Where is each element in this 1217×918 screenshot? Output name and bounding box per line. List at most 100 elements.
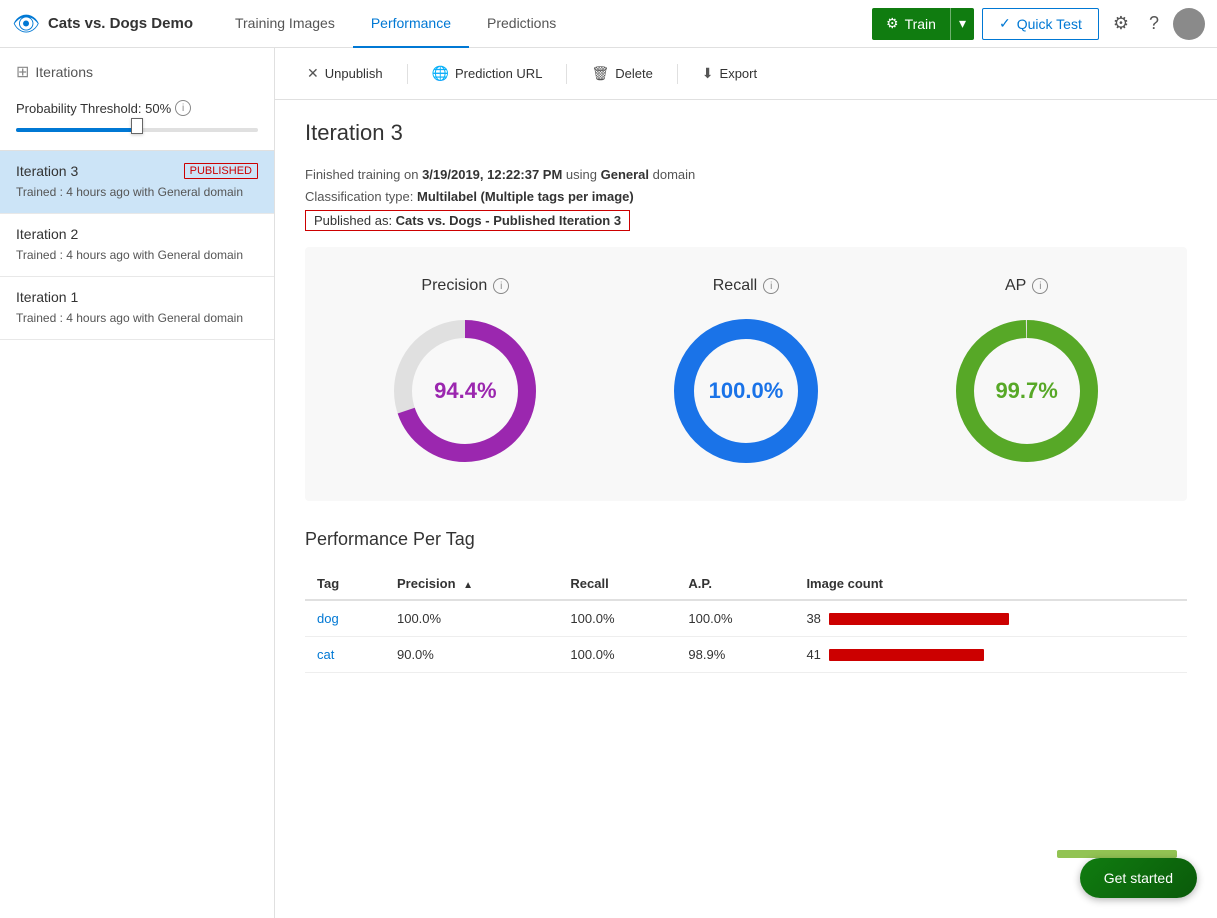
metrics-card: Precision i 94.4% Recall	[305, 247, 1187, 501]
delete-icon: 🗑	[591, 65, 609, 82]
quick-test-button[interactable]: ✓ Quick Test	[982, 8, 1099, 40]
iteration-1-name: Iteration 1	[16, 289, 78, 305]
training-date: 3/19/2019, 12:22:37 PM	[422, 167, 562, 182]
prediction-url-label: Prediction URL	[455, 66, 542, 81]
iteration-2-header: Iteration 2	[16, 226, 258, 242]
gear-train-icon: ⚙	[886, 15, 899, 32]
recall-label-text: Recall	[713, 277, 757, 295]
tab-predictions[interactable]: Predictions	[469, 0, 574, 48]
recall-metric: Recall i 100.0%	[666, 277, 826, 471]
slider-thumb[interactable]	[131, 118, 143, 134]
published-badge: PUBLISHED	[184, 163, 258, 179]
precision-metric: Precision i 94.4%	[385, 277, 545, 471]
col-recall: Recall	[558, 568, 676, 600]
settings-icon[interactable]: ⚙	[1107, 13, 1135, 34]
get-started-button[interactable]: Get started	[1080, 858, 1197, 898]
ap-metric: AP i 99.7%	[947, 277, 1107, 471]
delete-button[interactable]: 🗑 Delete	[579, 59, 664, 88]
toolbar-sep-3	[677, 64, 678, 84]
iteration-item-1[interactable]: Iteration 1 Trained : 4 hours ago with G…	[0, 277, 274, 340]
cat-recall: 100.0%	[558, 637, 676, 673]
user-avatar[interactable]	[1173, 8, 1205, 40]
probability-section: Probability Threshold: 50% i	[0, 92, 274, 151]
iteration-3-name: Iteration 3	[16, 163, 78, 179]
col-image-count: Image count	[794, 568, 1187, 600]
export-icon: ⬇	[702, 65, 714, 82]
cat-image-count: 41	[794, 637, 1187, 673]
ap-value: 99.7%	[995, 378, 1057, 404]
page-title: Iteration 3	[305, 120, 1187, 146]
toolbar: ✕ Unpublish 🌐 Prediction URL 🗑 Delete ⬇ …	[275, 48, 1217, 100]
iteration-3-header: Iteration 3 PUBLISHED	[16, 163, 258, 179]
iteration-2-sub: Trained : 4 hours ago with General domai…	[16, 246, 258, 264]
quick-test-label: Quick Test	[1017, 16, 1082, 32]
tab-performance[interactable]: Performance	[353, 0, 469, 48]
training-date-line: Finished training on 3/19/2019, 12:22:37…	[305, 164, 1187, 186]
slider-fill	[16, 128, 137, 132]
probability-info-icon[interactable]: i	[175, 100, 191, 116]
recall-info-icon[interactable]: i	[763, 278, 779, 294]
tab-training-images[interactable]: Training Images	[217, 0, 353, 48]
table-row: dog 100.0% 100.0% 100.0% 38	[305, 600, 1187, 637]
train-button[interactable]: ⚙ Train ▾	[872, 8, 974, 40]
iteration-2-name: Iteration 2	[16, 226, 78, 242]
checkmark-icon: ✓	[999, 15, 1011, 32]
prediction-url-button[interactable]: 🌐 Prediction URL	[420, 59, 555, 88]
sidebar-header: ⊞ Iterations	[0, 48, 274, 92]
cat-precision: 90.0%	[385, 637, 558, 673]
export-label: Export	[720, 66, 758, 81]
domain-name: General	[601, 167, 649, 182]
dog-ap: 100.0%	[676, 600, 794, 637]
sort-icon: ▲	[463, 580, 473, 591]
toolbar-sep-2	[566, 64, 567, 84]
unpublish-icon: ✕	[307, 65, 319, 82]
main-layout: ⊞ Iterations Probability Threshold: 50% …	[0, 48, 1217, 918]
classification-line: Classification type: Multilabel (Multipl…	[305, 186, 1187, 208]
iteration-1-header: Iteration 1	[16, 289, 258, 305]
table-body: dog 100.0% 100.0% 100.0% 38 cat	[305, 600, 1187, 673]
dog-precision: 100.0%	[385, 600, 558, 637]
help-icon[interactable]: ?	[1143, 13, 1165, 34]
iterations-icon: ⊞	[16, 62, 29, 82]
dog-bar-cell: 38	[806, 611, 1175, 626]
probability-slider[interactable]	[16, 124, 258, 136]
probability-label: Probability Threshold: 50% i	[16, 100, 258, 116]
export-button[interactable]: ⬇ Export	[690, 59, 769, 88]
sidebar-iterations-label: Iterations	[35, 64, 93, 80]
probability-text: Probability Threshold: 50%	[16, 101, 171, 116]
iteration-item-2[interactable]: Iteration 2 Trained : 4 hours ago with G…	[0, 214, 274, 277]
precision-info-icon[interactable]: i	[493, 278, 509, 294]
unpublish-button[interactable]: ✕ Unpublish	[295, 59, 395, 88]
cat-bar	[829, 649, 984, 661]
ap-info-icon[interactable]: i	[1032, 278, 1048, 294]
tag-dog[interactable]: dog	[305, 600, 385, 637]
iteration-item-3[interactable]: Iteration 3 PUBLISHED Trained : 4 hours …	[0, 151, 274, 214]
classification-type: Multilabel (Multiple tags per image)	[417, 189, 634, 204]
col-precision-label: Precision	[397, 576, 456, 591]
train-button-main[interactable]: ⚙ Train	[872, 8, 950, 40]
tag-cat[interactable]: cat	[305, 637, 385, 673]
top-nav: 👁 Cats vs. Dogs Demo Training Images Per…	[0, 0, 1217, 48]
table-row: cat 90.0% 100.0% 98.9% 41	[305, 637, 1187, 673]
dog-count: 38	[806, 611, 820, 626]
dog-recall: 100.0%	[558, 600, 676, 637]
train-label: Train	[905, 16, 936, 32]
ap-label: AP i	[1005, 277, 1048, 295]
precision-donut: 94.4%	[385, 311, 545, 471]
train-dropdown-arrow[interactable]: ▾	[950, 8, 974, 40]
iteration-info: Finished training on 3/19/2019, 12:22:37…	[305, 164, 1187, 231]
cat-count: 41	[806, 647, 820, 662]
recall-value: 100.0%	[709, 378, 784, 404]
precision-label-text: Precision	[421, 277, 487, 295]
published-as-line: Published as: Cats vs. Dogs - Published …	[305, 210, 630, 231]
published-as-value: Cats vs. Dogs - Published Iteration 3	[396, 213, 621, 228]
cat-bar-cell: 41	[806, 647, 1175, 662]
toolbar-sep-1	[407, 64, 408, 84]
dog-image-count: 38	[794, 600, 1187, 637]
col-precision[interactable]: Precision ▲	[385, 568, 558, 600]
page-content: Iteration 3 Finished training on 3/19/20…	[275, 100, 1217, 693]
logo-area: 👁 Cats vs. Dogs Demo	[12, 11, 193, 37]
logo-icon: 👁	[12, 11, 40, 37]
delete-label: Delete	[615, 66, 653, 81]
table-header: Tag Precision ▲ Recall A.P. Image count	[305, 568, 1187, 600]
